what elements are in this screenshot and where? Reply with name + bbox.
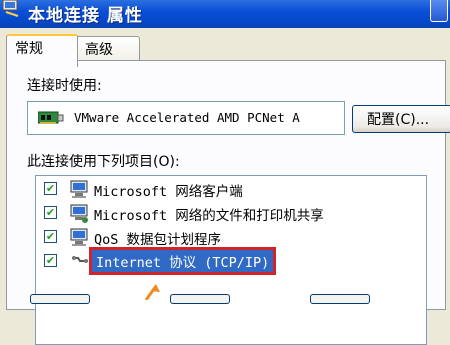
item-label: Microsoft 网络客户端 <box>94 184 243 200</box>
properties-button[interactable] <box>310 294 370 304</box>
callout-arrow-icon <box>144 282 168 301</box>
title-bar[interactable]: 本地连接 属性 <box>0 0 450 28</box>
configure-button[interactable]: 配置(C)... <box>352 105 450 133</box>
checkbox[interactable]: ✔ <box>44 230 57 243</box>
connect-using-label: 连接时使用: <box>27 78 102 94</box>
tab-general[interactable]: 常规 <box>6 34 78 67</box>
items-label: 此连接使用下列项目(O): <box>27 154 180 170</box>
item-label: Microsoft 网络的文件和打印机共享 <box>94 208 324 224</box>
components-list[interactable]: ✔ Microsoft 网络客户端 ✔ Microsoft 网络的文件和打印机共… <box>35 175 427 345</box>
adapter-name: VMware Accelerated AMD PCNet A <box>74 110 300 125</box>
network-client-icon <box>70 180 90 204</box>
item-label: Internet 协议 (TCP/IP) <box>88 247 277 275</box>
item-label: QoS 数据包计划程序 <box>94 232 222 248</box>
close-icon[interactable] <box>430 0 448 22</box>
uninstall-button[interactable] <box>170 294 230 304</box>
qos-scheduler-icon <box>70 228 90 252</box>
general-panel: 连接时使用: VMware Accelerated AMD PCNet A 配置… <box>6 60 450 345</box>
network-protocol-icon <box>70 252 90 276</box>
adapter-field: VMware Accelerated AMD PCNet A <box>27 101 345 135</box>
list-item[interactable]: ✔ Microsoft 网络客户端 <box>36 178 426 202</box>
tab-advanced[interactable]: 高级 <box>76 36 140 62</box>
network-card-icon <box>37 110 64 130</box>
checkbox[interactable]: ✔ <box>44 206 57 219</box>
checkbox[interactable]: ✔ <box>44 182 57 195</box>
network-connection-icon <box>2 0 20 18</box>
list-item[interactable]: ✔ QoS 数据包计划程序 <box>36 226 426 250</box>
list-item[interactable]: ✔ Microsoft 网络的文件和打印机共享 <box>36 202 426 226</box>
checkbox[interactable]: ✔ <box>44 254 57 267</box>
list-item[interactable]: ✔ Internet 协议 (TCP/IP) <box>36 247 426 276</box>
install-button[interactable] <box>30 294 90 304</box>
file-printer-sharing-icon <box>70 204 90 228</box>
window-title: 本地连接 属性 <box>28 6 143 26</box>
